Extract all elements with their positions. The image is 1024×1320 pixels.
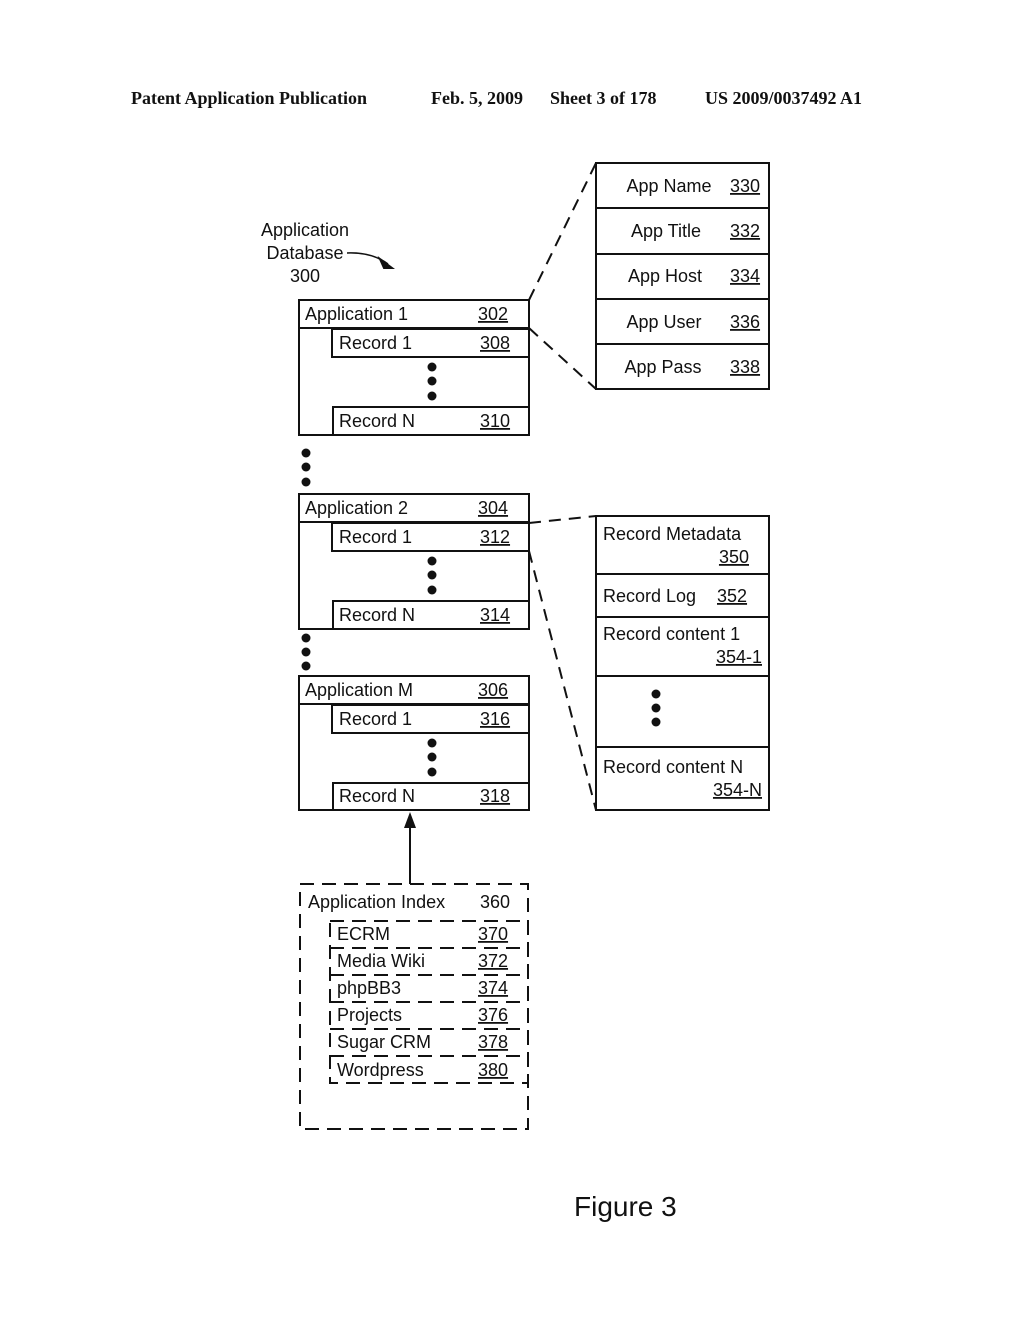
application-m-ref: 306 [478, 680, 508, 700]
application-m-label: Application M [305, 680, 413, 700]
ellipsis-icon [301, 633, 311, 671]
expansion-line-app-top [528, 162, 597, 301]
application-2-record-1-label: Record 1 [339, 527, 412, 547]
application-2-label: Application 2 [305, 498, 408, 518]
index-entry-sugarcrm-label: Sugar CRM [337, 1032, 431, 1052]
application-m-record-n-label: Record N [339, 786, 415, 806]
application-1-record-1-ref: 308 [480, 333, 510, 353]
index-entry-sugarcrm-ref: 378 [478, 1032, 508, 1052]
ellipsis-icon [651, 689, 661, 727]
application-2-record-n-ref: 314 [480, 605, 510, 625]
app-fields-box: App Name 330 App Title 332 App Host 334 … [595, 162, 770, 390]
record-content-1-label: Record content 1 [603, 624, 740, 644]
record-log-label: Record Log [603, 586, 696, 606]
application-block-2: Application 2 304 Record 1 312 Record N … [298, 493, 530, 630]
ellipsis-icon [427, 362, 437, 401]
ellipsis-icon [427, 556, 437, 595]
app-name-label: App Name [626, 176, 711, 196]
arrowhead-up-icon [404, 812, 416, 828]
expansion-line-record-bottom [528, 550, 597, 811]
app-name-ref: 330 [730, 176, 760, 196]
database-label: Application Database 300 [261, 220, 395, 286]
record-fields-box: Record Metadata 350 Record Log 352 Recor… [595, 515, 770, 811]
record-log-ref: 352 [717, 586, 747, 606]
application-index: Application Index 360 ECRM 370 Media Wik… [299, 883, 529, 1130]
ellipsis-icon [427, 738, 437, 777]
record-metadata-label: Record Metadata [603, 524, 742, 544]
app-pass-label: App Pass [624, 357, 701, 377]
application-m-record-1-ref: 316 [480, 709, 510, 729]
index-entry-wordpress-ref: 380 [478, 1060, 508, 1080]
app-title-ref: 332 [730, 221, 760, 241]
database-pointer-arrowhead [377, 255, 395, 269]
application-1-label: Application 1 [305, 304, 408, 324]
application-index-ref: 360 [480, 892, 510, 912]
record-content-n-ref: 354-N [713, 780, 762, 800]
index-entry-ecrm-ref: 370 [478, 924, 508, 944]
index-entry-wordpress-label: Wordpress [337, 1060, 424, 1080]
figure-caption: Figure 3 [574, 1191, 677, 1222]
record-content-1-ref: 354-1 [716, 647, 762, 667]
expansion-line-record-top [528, 515, 597, 524]
application-m-record-n-ref: 318 [480, 786, 510, 806]
application-1-record-1-label: Record 1 [339, 333, 412, 353]
record-metadata-ref: 350 [719, 547, 749, 567]
database-label-ref: 300 [290, 266, 320, 286]
index-entry-phpbb3-label: phpBB3 [337, 978, 401, 998]
application-block-m: Application M 306 Record 1 316 Record N … [298, 675, 530, 811]
ellipsis-icon [301, 448, 311, 487]
index-entry-phpbb3-ref: 374 [478, 978, 508, 998]
application-2-ref: 304 [478, 498, 508, 518]
application-1-record-n-label: Record N [339, 411, 415, 431]
expansion-line-app-bottom [528, 327, 597, 390]
application-1-record-n-ref: 310 [480, 411, 510, 431]
index-entry-ecrm-label: ECRM [337, 924, 390, 944]
app-pass-ref: 338 [730, 357, 760, 377]
application-block-1: Application 1 302 Record 1 308 Record N … [298, 299, 530, 436]
index-entry-mediawiki-label: Media Wiki [337, 951, 425, 971]
database-label-line1: Application [261, 220, 349, 240]
index-entry-projects-ref: 376 [478, 1005, 508, 1025]
index-entry-projects-label: Projects [337, 1005, 402, 1025]
index-entry-mediawiki-ref: 372 [478, 951, 508, 971]
record-content-n-label: Record content N [603, 757, 743, 777]
application-1-ref: 302 [478, 304, 508, 324]
application-2-record-n-label: Record N [339, 605, 415, 625]
application-m-record-1-label: Record 1 [339, 709, 412, 729]
app-user-ref: 336 [730, 312, 760, 332]
app-host-label: App Host [628, 266, 702, 286]
app-user-label: App User [626, 312, 701, 332]
application-2-record-1-ref: 312 [480, 527, 510, 547]
database-label-line2: Database [266, 243, 343, 263]
application-index-label: Application Index [308, 892, 445, 912]
app-title-label: App Title [631, 221, 701, 241]
app-host-ref: 334 [730, 266, 760, 286]
figure-diagram: Application Database 300 Application 1 3… [261, 162, 770, 1222]
